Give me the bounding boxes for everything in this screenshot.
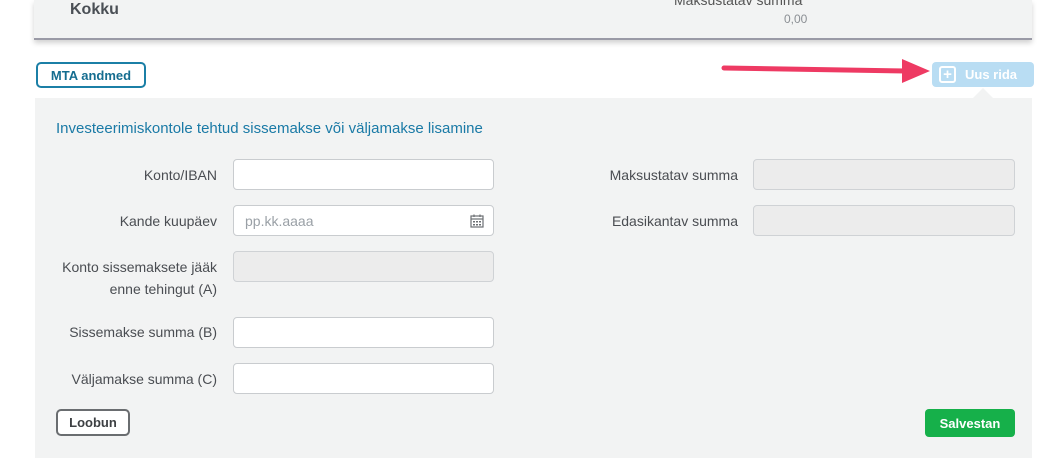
taxable-sum-value: 0,00 — [784, 12, 808, 26]
entry-date-input[interactable]: pp.kk.aaaa — [233, 205, 494, 236]
save-button[interactable]: Salvestan — [925, 409, 1015, 437]
add-row-button[interactable]: + Uus rida — [932, 62, 1034, 87]
calendar-icon[interactable] — [470, 214, 484, 228]
deposit-input[interactable] — [233, 317, 494, 348]
deposit-label: Sissemakse summa (B) — [69, 324, 217, 340]
entry-form-panel: Investeerimiskontole tehtud sissemakse v… — [35, 98, 1032, 458]
account-input[interactable] — [233, 159, 494, 190]
entry-date-label: Kande kuupäev — [119, 213, 217, 229]
withdrawal-label: Väljamakse summa (C) — [71, 371, 217, 387]
total-label: Kokku — [70, 1, 119, 18]
taxable-sum-label: Maksustatav summa — [674, 0, 803, 8]
plus-icon: + — [939, 66, 956, 83]
pointer-arrow-icon — [721, 59, 930, 83]
balance-field — [233, 251, 494, 282]
summary-card: Kokku Maksustatav summa 0,00 — [34, 0, 1032, 40]
mta-data-button[interactable]: MTA andmed — [36, 62, 146, 88]
balance-label-line1: Konto sissemaksete jääk — [62, 259, 217, 275]
carryover-label: Edasikantav summa — [611, 213, 738, 229]
taxable-label: Maksustatav summa — [609, 167, 738, 183]
withdrawal-input[interactable] — [233, 363, 494, 394]
carryover-field — [753, 205, 1015, 236]
cancel-button[interactable]: Loobun — [56, 409, 130, 436]
balance-label-line2: enne tehingut (A) — [109, 281, 217, 297]
add-row-label: Uus rida — [965, 67, 1018, 82]
entry-date-placeholder: pp.kk.aaaa — [245, 212, 314, 229]
account-label: Konto/IBAN — [143, 167, 217, 183]
form-title: Investeerimiskontole tehtud sissemakse v… — [56, 120, 483, 137]
taxable-field — [753, 159, 1015, 190]
